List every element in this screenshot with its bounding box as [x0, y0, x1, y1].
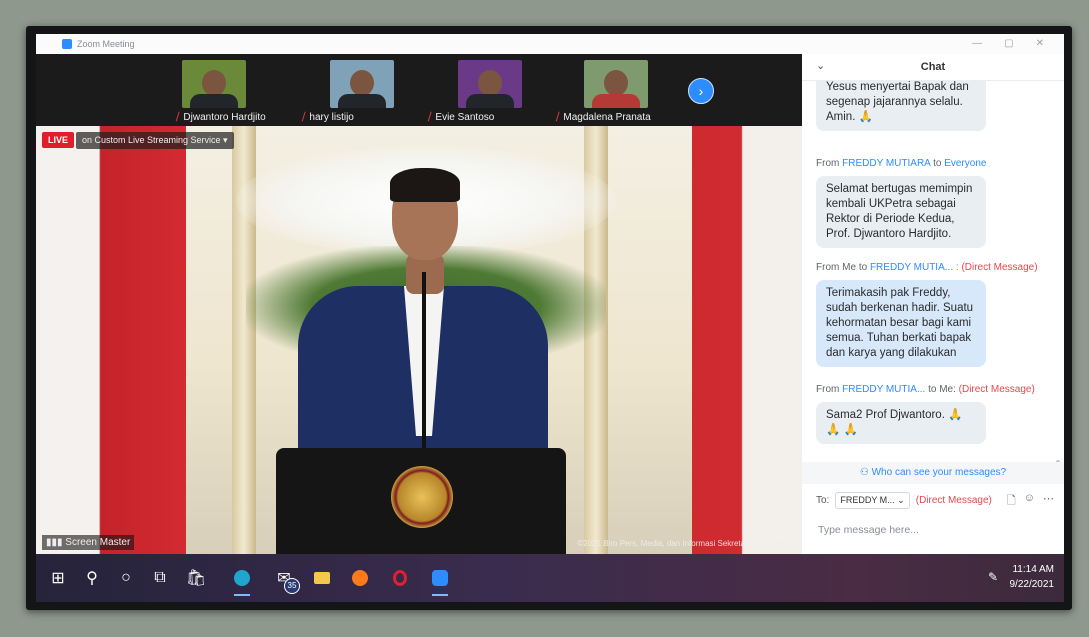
muted-mic-icon: ⧸ — [556, 112, 560, 123]
window-titlebar: Zoom Meeting — ▢ ✕ — [36, 34, 1064, 54]
next-participants-button[interactable]: › — [688, 78, 714, 104]
direct-message-label: (Direct Message) — [915, 495, 992, 506]
zoom-icon[interactable] — [426, 564, 454, 596]
firefox-icon[interactable] — [346, 564, 374, 592]
muted-mic-icon: ⧸ — [176, 112, 180, 123]
microphone-icon — [422, 272, 426, 462]
garuda-emblem-icon — [391, 466, 453, 528]
participant-video-evie[interactable] — [458, 60, 522, 108]
chat-message: Sama2 Prof Djwantoro. 🙏🙏 🙏 — [816, 402, 986, 444]
store-icon[interactable]: 🛍 — [182, 564, 210, 592]
chat-message: Yesus menyertai Bapak dan segenap jajara… — [816, 80, 986, 131]
mail-icon[interactable]: ✉ 35 — [270, 564, 300, 594]
emoji-icon[interactable]: ☺ — [1024, 492, 1035, 511]
live-streaming-status[interactable]: on Custom Live Streaming Service ▾ — [76, 132, 234, 149]
zoom-app-icon — [62, 39, 72, 49]
message-meta: From FREDDY MUTIARA to Everyone — [816, 158, 987, 169]
taskbar: ⊞ ⚲ ○ ⧉ 🛍 ✉ 35 ✎ 11:14 AM 9/22/2021 — [36, 554, 1064, 602]
participant-name: ⧸ Djwantoro Hardjito — [176, 112, 266, 123]
chat-title: Chat — [920, 61, 946, 73]
chat-panel: ⌄ Chat Yesus menyertai Bapak dan segenap… — [802, 54, 1064, 554]
more-icon[interactable]: ⋯ — [1043, 492, 1054, 511]
file-icon[interactable]: 🗋 — [1007, 492, 1016, 511]
participant-name: ⧸ Magdalena Pranata — [556, 112, 651, 123]
clock-date: 9/22/2021 — [1009, 579, 1055, 590]
participant-strip: ⧸ Djwantoro Hardjito ⧸ hary listijo ⧸ Evie … — [36, 54, 802, 126]
screen: Zoom Meeting — ▢ ✕ ⧸ Djwantoro Hardjito ⧸… — [36, 34, 1064, 602]
message-input[interactable] — [816, 514, 1050, 546]
signal-bars-icon: ▮▮▮ — [46, 537, 66, 548]
flag-right — [692, 126, 802, 554]
search-icon[interactable]: ⚲ — [78, 564, 106, 592]
message-meta: From FREDDY MUTIA... to Me: (Direct Mess… — [816, 384, 1035, 395]
participant-video-djwantoro[interactable] — [182, 60, 246, 108]
minimize-button[interactable]: — — [972, 38, 982, 49]
participant-name: ⧸ hary listijo — [302, 112, 354, 123]
chat-tools: 🗋 ☺ ⋯ — [1007, 492, 1054, 511]
chat-message: Selamat bertugas memimpin kembali UKPetr… — [816, 176, 986, 248]
participant-video-hary[interactable] — [330, 60, 394, 108]
participant-name: ⧸ Evie Santoso — [428, 112, 495, 123]
active-speaker-video — [36, 126, 802, 554]
start-icon[interactable]: ⊞ — [44, 564, 72, 592]
participant-video-magdalena[interactable] — [584, 60, 648, 108]
recipient-select[interactable]: FREDDY M... ⌄ — [835, 492, 910, 509]
opera-icon[interactable] — [386, 564, 414, 592]
window-title: Zoom Meeting — [77, 39, 135, 49]
maximize-button[interactable]: ▢ — [1004, 38, 1013, 49]
mail-badge: 35 — [284, 578, 300, 594]
recipient-row: To: FREDDY M... ⌄ (Direct Message) — [816, 492, 992, 509]
message-meta: From Me to FREDDY MUTIA... : (Direct Mes… — [816, 262, 1038, 273]
close-button[interactable]: ✕ — [1036, 38, 1044, 49]
who-can-see-link[interactable]: ⚇ Who can see your messages? — [802, 462, 1064, 484]
chat-header: ⌄ Chat — [802, 54, 1064, 81]
clock-time: 11:14 AM — [1012, 564, 1054, 575]
file-explorer-icon[interactable] — [308, 564, 336, 592]
muted-mic-icon: ⧸ — [302, 112, 306, 123]
edge-icon[interactable] — [228, 564, 256, 596]
screen-master-label: ▮▮▮ Screen Master — [42, 535, 135, 550]
video-area: ⧸ Djwantoro Hardjito ⧸ hary listijo ⧸ Evie … — [36, 54, 802, 554]
pen-icon[interactable]: ✎ — [988, 570, 998, 584]
cortana-icon[interactable]: ○ — [112, 564, 140, 592]
flag-left — [36, 126, 186, 554]
chat-message: Terimakasih pak Freddy, sudah berkenan h… — [816, 280, 986, 367]
people-icon: ⚇ — [859, 467, 872, 478]
muted-mic-icon: ⧸ — [428, 112, 432, 123]
live-badge[interactable]: LIVE — [42, 132, 75, 148]
clock[interactable]: 11:14 AM 9/22/2021 — [1010, 562, 1055, 592]
chat-messages: Yesus menyertai Bapak dan segenap jajara… — [802, 80, 1064, 462]
to-label: To: — [816, 495, 830, 506]
video-credit: ©2021 Biro Pers, Media, dan Informasi Se… — [577, 539, 790, 548]
speaker-hair — [390, 168, 460, 202]
task-view-icon[interactable]: ⧉ — [146, 564, 174, 592]
